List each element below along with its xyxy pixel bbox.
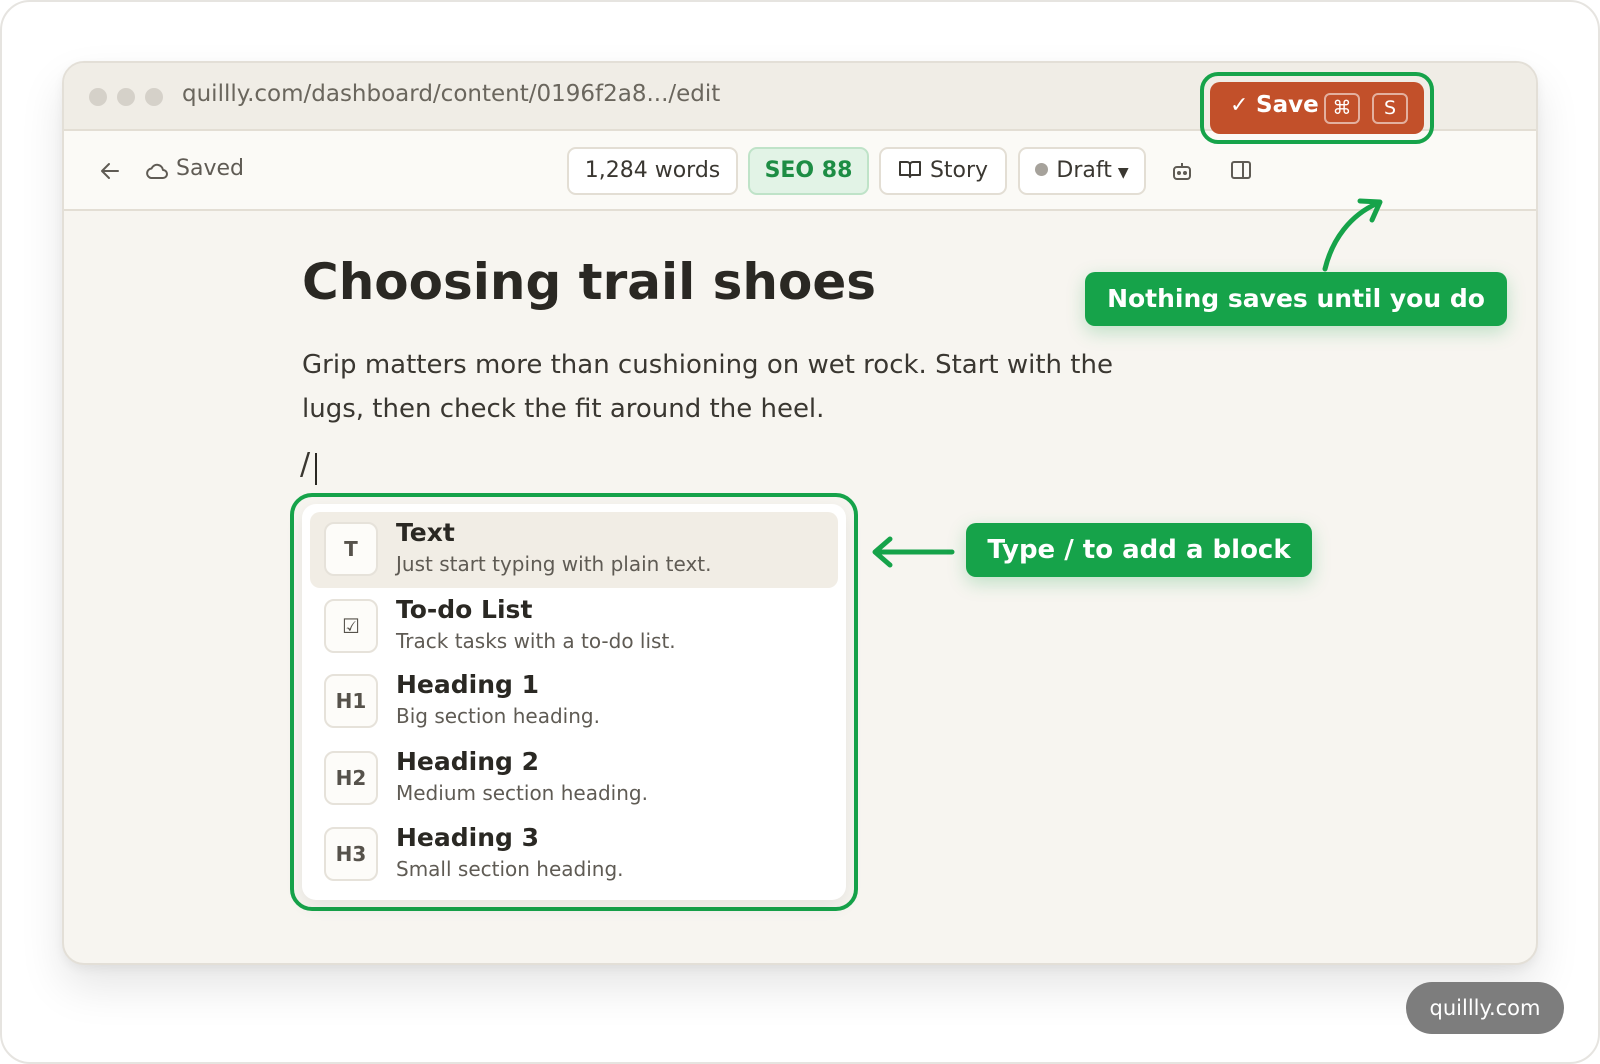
- save-status-label: Saved: [176, 156, 244, 181]
- menu-item-title: Heading 2: [396, 747, 540, 776]
- menu-item-heading-1[interactable]: H1 Heading 1 Big section heading.: [310, 664, 838, 740]
- checkbox-icon: ☑: [324, 599, 378, 653]
- heading-3-icon: H3: [324, 827, 378, 881]
- menu-item-title: To-do List: [396, 595, 533, 624]
- window-minimize-dot[interactable]: [117, 88, 135, 106]
- save-callout-arrow: [1322, 198, 1383, 272]
- window-maximize-dot[interactable]: [145, 88, 163, 106]
- seo-score-label: SEO 88: [764, 158, 853, 183]
- text-cursor: [315, 453, 317, 485]
- story-button[interactable]: Story: [879, 147, 1007, 195]
- heading-2-icon: H2: [324, 751, 378, 805]
- status-dropdown[interactable]: Draft ▼: [1018, 147, 1146, 195]
- save-label: Save: [1256, 92, 1319, 118]
- menu-item-description: Medium section heading.: [396, 781, 648, 805]
- menu-item-description: Big section heading.: [396, 704, 600, 728]
- chevron-down-icon: ▼: [1117, 165, 1129, 181]
- shortcut-key: S: [1372, 93, 1408, 124]
- split-view-icon[interactable]: [1229, 158, 1253, 182]
- command-key-icon: ⌘: [1324, 93, 1360, 124]
- block-callout-arrow: [872, 536, 955, 568]
- checkmark-icon: ✓: [1230, 93, 1249, 118]
- menu-item-description: Track tasks with a to-do list.: [396, 629, 676, 653]
- slash-command-input[interactable]: /: [300, 447, 310, 482]
- book-icon: [898, 161, 921, 178]
- menu-item-todo-list[interactable]: ☑ To-do List Track tasks with a to-do li…: [310, 589, 838, 665]
- menu-item-heading-3[interactable]: H3 Heading 3 Small section heading.: [310, 817, 838, 893]
- document-paragraph[interactable]: Grip matters more than cushioning on wet…: [302, 343, 1162, 431]
- block-callout: Type / to add a block: [966, 523, 1312, 577]
- save-callout: Nothing saves until you do: [1085, 272, 1507, 326]
- menu-item-heading-2[interactable]: H2 Heading 2 Medium section heading.: [310, 741, 838, 817]
- site-watermark: quillly.com: [1406, 982, 1564, 1034]
- menu-item-title: Text: [396, 518, 455, 547]
- cloud-icon: [146, 163, 168, 179]
- word-count-pill[interactable]: 1,284 words: [567, 147, 738, 195]
- menu-item-text[interactable]: T Text Just start typing with plain text…: [310, 512, 838, 588]
- document-title[interactable]: Choosing trail shoes: [302, 253, 876, 311]
- story-label: Story: [929, 158, 989, 183]
- menu-item-description: Small section heading.: [396, 857, 624, 881]
- bot-icon[interactable]: [1170, 159, 1194, 183]
- save-button[interactable]: ✓ Save ⌘ S: [1210, 82, 1424, 134]
- back-arrow-icon[interactable]: [98, 159, 122, 183]
- word-count-label: 1,284 words: [584, 158, 721, 183]
- menu-item-title: Heading 1: [396, 670, 540, 699]
- menu-item-description: Just start typing with plain text.: [396, 552, 712, 576]
- seo-score-pill[interactable]: SEO 88: [748, 147, 869, 195]
- address-bar[interactable]: quillly.com/dashboard/content/0196f2a8..…: [182, 81, 720, 107]
- text-block-icon: T: [324, 522, 378, 576]
- heading-1-icon: H1: [324, 674, 378, 728]
- window-close-dot[interactable]: [89, 88, 107, 106]
- status-dot: [1035, 162, 1049, 176]
- menu-item-title: Heading 3: [396, 823, 540, 852]
- block-menu: T Text Just start typing with plain text…: [302, 504, 846, 900]
- status-label: Draft: [1056, 158, 1112, 183]
